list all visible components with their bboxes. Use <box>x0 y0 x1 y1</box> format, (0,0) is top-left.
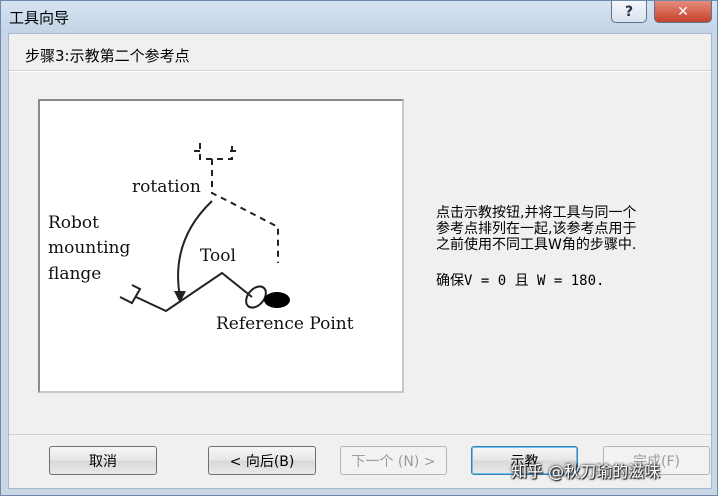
wizard-body: 步骤3:示教第二个参考点 rotation Robot mounting fla… <box>8 33 712 489</box>
tool-label: Tool <box>200 246 236 266</box>
instruction-text: 点击示教按钮,并将工具与同一个 参考点排列在一起,该参考点用于 之前使用不同工具… <box>436 205 706 253</box>
robot-label-line2: mounting <box>48 238 130 258</box>
robot-label-line1: Robot <box>48 213 99 233</box>
robot-label-line3: flange <box>48 264 101 284</box>
help-icon: ? <box>624 3 634 20</box>
cancel-button[interactable]: 取消 <box>49 446 157 475</box>
next-button[interactable]: 下一个 (N) > <box>340 446 447 475</box>
footer-divider <box>9 434 711 435</box>
illustration-panel: rotation Robot mounting flange Tool Refe… <box>38 99 404 393</box>
close-icon: ✕ <box>677 3 689 20</box>
tool-wizard-window: 工具向导 ? ✕ 步骤3:示教第二个参考点 rotation Robot mou… <box>0 0 718 496</box>
flange-and-tool <box>119 271 253 313</box>
dashed-robot-outline <box>194 143 279 263</box>
window-title: 工具向导 <box>9 9 70 27</box>
watermark: 知乎 @秋刀瑜的滋味 <box>511 462 661 481</box>
back-button[interactable]: < 向后(B) <box>208 446 316 475</box>
instruction-line-2: 参考点排列在一起,该参考点用于 <box>436 221 637 237</box>
reference-point-label: Reference Point <box>216 314 354 334</box>
instruction-line-1: 点击示教按钮,并将工具与同一个 <box>436 205 637 221</box>
rotation-label: rotation <box>132 177 201 197</box>
header-divider-highlight <box>9 71 711 72</box>
step-title: 步骤3:示教第二个参考点 <box>25 47 190 65</box>
tool-reference-diagram: rotation Robot mounting flange Tool Refe… <box>48 143 354 334</box>
ensure-text: 确保V = 0 且 W = 180. <box>436 273 605 289</box>
reference-point-marker <box>264 292 290 308</box>
help-button[interactable]: ? <box>611 1 647 23</box>
instruction-line-3: 之前使用不同工具W角的步骤中. <box>436 237 637 253</box>
close-button[interactable]: ✕ <box>654 1 712 23</box>
title-bar[interactable]: 工具向导 ? ✕ <box>1 1 717 33</box>
